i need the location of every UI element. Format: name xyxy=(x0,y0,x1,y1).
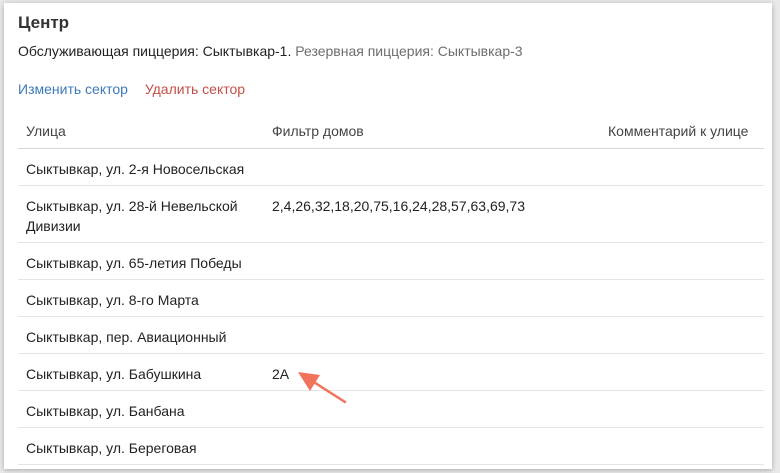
table-row: Сыктывкар, ул. 65-летия Победы xyxy=(18,243,764,280)
table-row: Сыктывкар, пер. Авиационный xyxy=(18,317,764,354)
street-cell: Сыктывкар, ул. Бабушкина xyxy=(26,366,202,382)
sector-panel: Центр Обслуживающая пиццерия: Сыктывкар-… xyxy=(4,3,772,469)
street-cell: Сыктывкар, ул. 8-го Марта xyxy=(26,292,199,308)
delete-sector-link[interactable]: Удалить сектор xyxy=(145,81,245,97)
header-house-filter: Фильтр домов xyxy=(272,123,364,139)
sector-title: Центр xyxy=(18,13,70,32)
house-filter-cell: 2,4,26,32,18,20,75,16,24,28,57,63,69,73 xyxy=(272,198,526,214)
street-cell: Сыктывкар, ул. Банбана xyxy=(26,403,185,419)
street-cell: Сыктывкар, ул. 65-летия Победы xyxy=(26,255,242,271)
sector-actions: Изменить сектор Удалить сектор xyxy=(18,81,245,97)
table-row: Сыктывкар, ул. 28-й Невельской Дивизии 2… xyxy=(18,186,764,243)
table-row: Сыктывкар, ул. 2-я Новосельская xyxy=(18,149,764,186)
table-row: Сыктывкар, ул. 8-го Марта xyxy=(18,280,764,317)
pizzeria-info: Обслуживающая пиццерия: Сыктывкар-1. Рез… xyxy=(18,43,523,59)
table-row: Сыктывкар, ул. Банбана xyxy=(18,391,764,428)
street-cell: Сыктывкар, пер. Авиационный xyxy=(26,329,227,345)
serving-pizzeria: Обслуживающая пиццерия: Сыктывкар-1. xyxy=(18,43,292,59)
streets-table: Улица Фильтр домов Комментарий к улице С… xyxy=(18,110,764,465)
header-comment: Комментарий к улице xyxy=(608,123,749,139)
street-cell: Сыктывкар, ул. 28-й Невельской Дивизии xyxy=(26,198,238,234)
table-row: Сыктывкар, ул. Береговая xyxy=(18,428,764,465)
house-filter-cell: 2А xyxy=(272,366,290,382)
table-header: Улица Фильтр домов Комментарий к улице xyxy=(18,110,764,149)
street-cell: Сыктывкар, ул. 2-я Новосельская xyxy=(26,161,245,177)
header-street: Улица xyxy=(26,123,66,139)
street-cell: Сыктывкар, ул. Береговая xyxy=(26,440,197,456)
edit-sector-link[interactable]: Изменить сектор xyxy=(18,81,128,97)
table-row: Сыктывкар, ул. Бабушкина 2А xyxy=(18,354,764,391)
reserve-pizzeria: Резервная пиццерия: Сыктывкар-3 xyxy=(295,43,523,59)
